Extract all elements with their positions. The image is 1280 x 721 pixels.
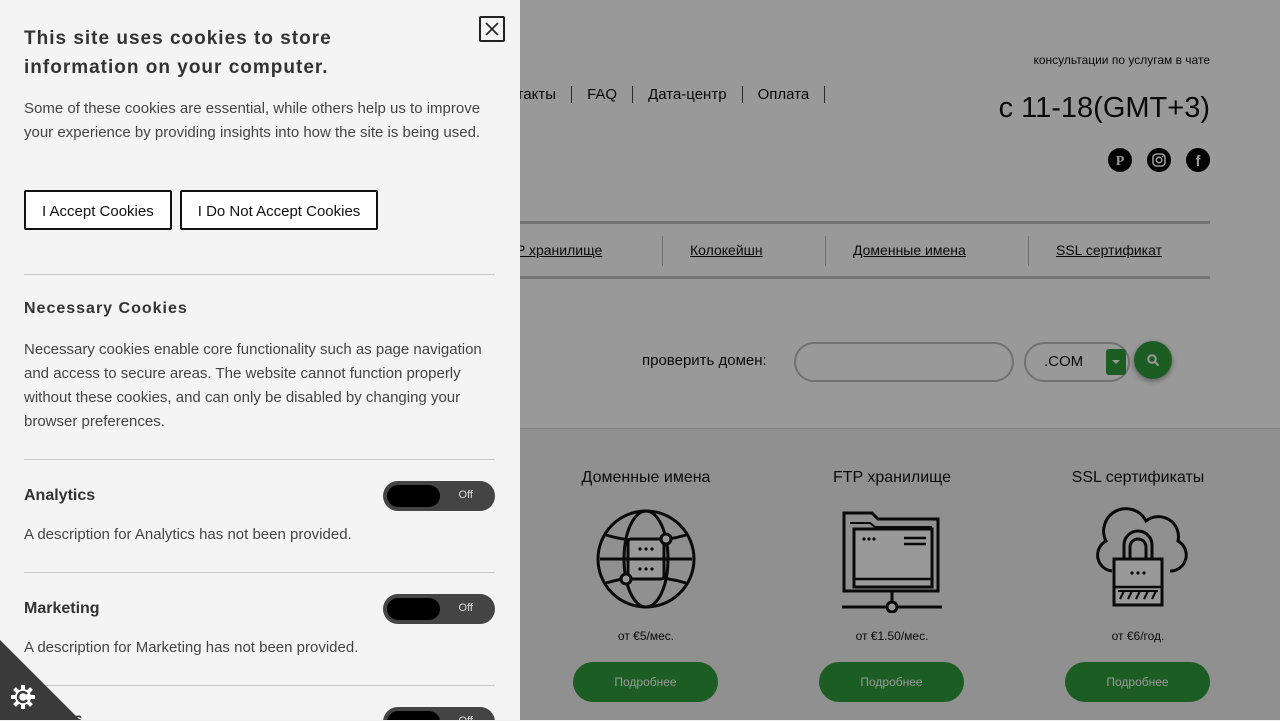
cookie-panel: This site uses cookies to store informat… (0, 0, 520, 720)
necessary-cookies-title: Necessary Cookies (24, 300, 188, 317)
toggle-knob (387, 598, 440, 620)
divider (24, 572, 495, 573)
cookie-settings-icon (11, 685, 35, 709)
marketing-label: Marketing (24, 600, 100, 617)
divider (24, 274, 495, 275)
close-button[interactable] (479, 16, 505, 42)
toggle-state: Off (458, 602, 473, 614)
close-icon (485, 22, 499, 36)
cookie-panel-title: This site uses cookies to store informat… (24, 28, 332, 78)
marketing-toggle[interactable]: Off (383, 594, 495, 624)
cookie-actions: I Accept Cookies I Do Not Accept Cookies (24, 190, 379, 230)
analytics-label: Analytics (24, 487, 96, 504)
toggle-knob (387, 711, 440, 720)
toggle-state: Off (459, 715, 473, 720)
divider (24, 459, 495, 460)
accept-cookies-button[interactable]: I Accept Cookies (24, 190, 172, 230)
analytics-description: A description for Analytics has not been… (24, 526, 352, 543)
cookie-settings-button[interactable] (0, 640, 80, 720)
divider (24, 685, 495, 686)
analytics-toggle[interactable]: Off (383, 481, 495, 511)
preferences-toggle[interactable]: Off (383, 707, 495, 720)
cookie-panel-intro: Some of these cookies are essential, whi… (24, 100, 481, 141)
toggle-knob (387, 485, 440, 507)
toggle-state: Off (458, 489, 473, 501)
reject-cookies-button[interactable]: I Do Not Accept Cookies (179, 190, 379, 230)
necessary-cookies-description: Necessary cookies enable core functional… (24, 341, 482, 430)
